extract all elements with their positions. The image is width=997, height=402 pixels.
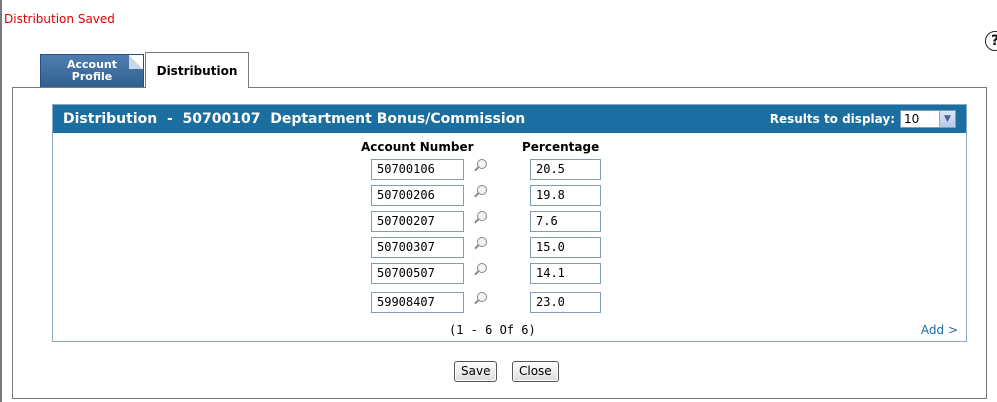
tab-account-profile[interactable]: Account Profile (40, 54, 144, 88)
magnifier-icon[interactable] (473, 159, 487, 173)
magnifier-icon[interactable] (473, 185, 487, 199)
distribution-panel: Distribution - 50700107 Deptartment Bonu… (52, 104, 967, 342)
panel-title: Distribution - 50700107 Deptartment Bonu… (63, 111, 526, 127)
panel-header: Distribution - 50700107 Deptartment Bonu… (53, 105, 966, 133)
account-number-field[interactable]: 50700307 (371, 237, 464, 258)
column-header-percentage: Percentage (522, 140, 600, 154)
account-number-field[interactable]: 50700106 (371, 159, 464, 180)
left-border (0, 0, 2, 402)
results-label: Results to display: (769, 112, 895, 126)
percentage-field[interactable]: 7.6 (530, 211, 601, 232)
results-select[interactable]: 10 ▼ (900, 110, 956, 128)
account-number-field[interactable]: 50700206 (371, 185, 464, 206)
account-number-field[interactable]: 50700207 (371, 211, 464, 232)
magnifier-icon[interactable] (473, 263, 487, 277)
status-message: Distribution Saved (4, 12, 115, 26)
percentage-field[interactable]: 14.1 (530, 263, 601, 284)
percentage-field[interactable]: 23.0 (530, 292, 601, 313)
percentage-field[interactable]: 19.8 (530, 185, 601, 206)
pagination-text: (1 - 6 Of 6) (449, 323, 536, 337)
help-icon[interactable]: ? (985, 31, 997, 51)
tab-label: Account Profile (66, 58, 118, 83)
magnifier-icon[interactable] (473, 237, 487, 251)
tab-fold-icon (129, 55, 143, 69)
percentage-field[interactable]: 15.0 (530, 237, 601, 258)
magnifier-icon[interactable] (473, 211, 487, 225)
magnifier-icon[interactable] (473, 292, 487, 306)
account-number-field[interactable]: 50700507 (371, 263, 464, 284)
percentage-field[interactable]: 20.5 (530, 159, 601, 180)
add-link[interactable]: Add > (921, 323, 958, 337)
tab-distribution[interactable]: Distribution (145, 52, 249, 88)
chevron-down-icon[interactable]: ▼ (939, 111, 955, 127)
tab-label: Distribution (156, 64, 238, 78)
save-button[interactable]: Save (454, 361, 498, 382)
close-button[interactable]: Close (512, 361, 559, 382)
column-header-account: Account Number (361, 140, 474, 154)
results-select-value: 10 (904, 112, 920, 126)
account-number-field[interactable]: 59908407 (371, 292, 464, 313)
results-to-display: Results to display: 10 ▼ (770, 110, 956, 128)
